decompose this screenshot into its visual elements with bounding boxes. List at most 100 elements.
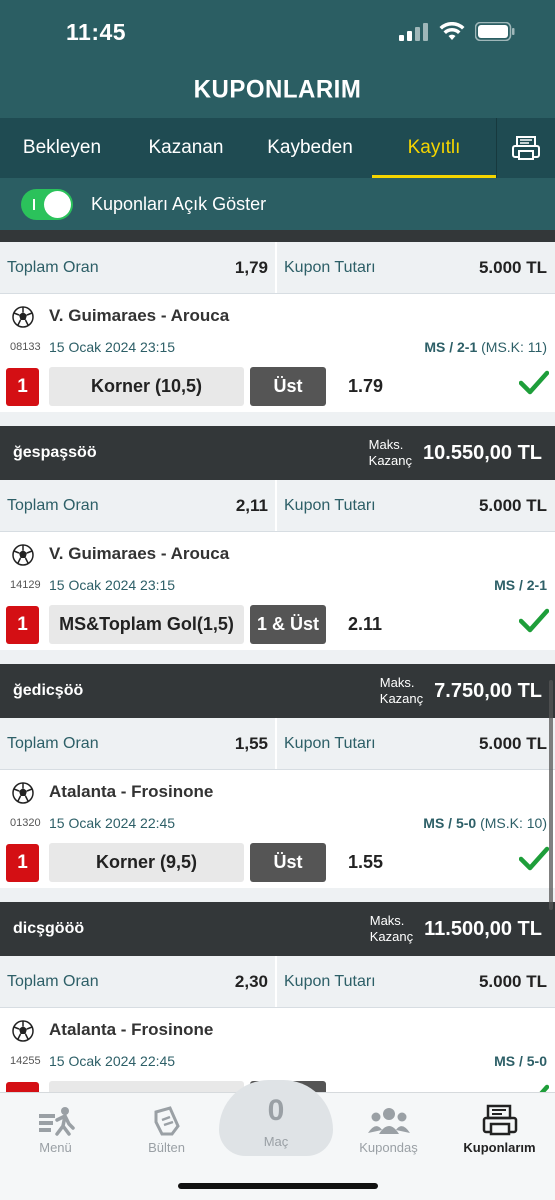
bet-odd: 1.55 [348, 852, 384, 872]
coupon-card: ğespaşsöö Maks. Kazanç 10.550,00 TL Topla… [0, 426, 555, 650]
match-date: 15 Ocak 2024 23:15 [49, 339, 176, 355]
coupon-header[interactable]: dicşgööö Maks. Kazanç 11.500,00 TL [0, 902, 555, 956]
bet-market [49, 1081, 244, 1092]
bet-pick: Üst [250, 367, 326, 406]
nav-kupondas[interactable]: Kupondaş [333, 1099, 444, 1155]
football-icon [12, 306, 34, 328]
match-label: Maç [263, 1134, 289, 1149]
coupon-summary: Toplam Oran 1,79 Kupon Tutarı 5.000 TL [0, 242, 555, 294]
coupon-summary: Toplam Oran 2,11 Kupon Tutarı 5.000 TL [0, 480, 555, 532]
event-number: 1 [6, 368, 39, 406]
coupon-print-icon [512, 136, 540, 160]
coupon-amount-label: Kupon Tutarı [284, 496, 376, 514]
match-row[interactable]: Atalanta - Frosinone 01320 15 Ocak 2024 … [0, 770, 555, 888]
max-win-value: 11.500,00 TL [424, 917, 542, 940]
match-code: 01320 [10, 817, 41, 829]
show-open-coupons-row: Kuponları Açık Göster [0, 178, 555, 230]
event-number: 1 [6, 1082, 39, 1092]
bet-odd: 1.79 [348, 376, 384, 396]
match-teams: Atalanta - Frosinone [49, 1020, 214, 1039]
bet-market: Korner (10,5) [49, 367, 244, 406]
match-result: MS / 2-1 (MS.K: 11) [424, 339, 547, 355]
print-coupon-button[interactable] [496, 118, 555, 178]
nav-menu[interactable]: Menü [0, 1099, 111, 1155]
bet-market: Korner (9,5) [49, 843, 244, 882]
total-odds-value: 1,55 [234, 733, 268, 753]
coupon-amount-label: Kupon Tutarı [284, 972, 376, 990]
coupon-summary: Toplam Oran 1,55 Kupon Tutarı 5.000 TL [0, 718, 555, 770]
match-teams: V. Guimaraes - Arouca [49, 544, 230, 563]
list-scrollbar[interactable] [549, 680, 553, 910]
tab-kayitli[interactable]: Kayıtlı [372, 118, 496, 178]
total-odds-value: 2,11 [235, 495, 268, 515]
total-odds-label: Toplam Oran [7, 258, 99, 276]
coupon-amount-label: Kupon Tutarı [284, 734, 376, 752]
status-icons [399, 22, 515, 41]
nav-bulletin[interactable]: Bülten [111, 1099, 222, 1155]
coupon-card: Toplam Oran 1,79 Kupon Tutarı 5.000 TL V. … [0, 242, 555, 412]
nav-kuponlarim[interactable]: Kuponlarım [444, 1099, 555, 1155]
won-check-icon [539, 1084, 549, 1092]
coupons-icon [482, 1104, 517, 1136]
tab-bar: Bekleyen Kazanan Kaybeden Kayıtlı [0, 118, 555, 178]
coupon-amount-value: 5.000 TL [478, 495, 547, 515]
bet-pick: 1 & Üst [250, 605, 326, 644]
coupon-card: dicşgööö Maks. Kazanç 11.500,00 TL Toplam… [0, 902, 555, 1092]
total-odds-value: 2,30 [234, 971, 268, 991]
match-row[interactable]: V. Guimaraes - Arouca 08133 15 Ocak 2024… [0, 294, 555, 412]
match-count: 0 [267, 1094, 285, 1127]
coupon-header[interactable]: ğedicşöö Maks. Kazanç 7.750,00 TL [0, 664, 555, 718]
page-title: KUPONLARIM [193, 75, 362, 104]
tab-bekleyen[interactable]: Bekleyen [0, 118, 124, 178]
show-open-coupons-toggle[interactable] [21, 188, 73, 220]
event-number: 1 [6, 844, 39, 882]
match-row[interactable]: V. Guimaraes - Arouca 14129 15 Ocak 2024… [0, 532, 555, 650]
coupon-amount-value: 5.000 TL [478, 733, 547, 753]
coupon-amount-value: 5.000 TL [478, 257, 547, 277]
people-icon [367, 1108, 410, 1134]
coupon-list[interactable]: Toplam Oran 1,79 Kupon Tutarı 5.000 TL V. … [0, 230, 555, 1092]
max-win-label: Maks. Kazanç [368, 437, 413, 468]
coupon-name: ğedicşöö [13, 682, 84, 699]
tab-kazanan[interactable]: Kazanan [124, 118, 248, 178]
won-check-icon [519, 370, 549, 395]
coupon-header[interactable]: ğespaşsöö Maks. Kazanç 10.550,00 TL [0, 426, 555, 480]
signal-icon [399, 22, 428, 41]
won-check-icon [519, 846, 549, 871]
max-win-value: 10.550,00 TL [423, 441, 542, 464]
football-icon [12, 782, 34, 804]
wifi-icon [439, 22, 465, 40]
match-code: 08133 [10, 341, 41, 353]
event-number: 1 [6, 606, 39, 644]
coupon-summary: Toplam Oran 2,30 Kupon Tutarı 5.000 TL [0, 956, 555, 1008]
match-code: 14129 [10, 579, 41, 591]
menu-runner-icon [38, 1107, 75, 1136]
match-code: 14255 [10, 1055, 41, 1067]
match-result: MS / 5-0 (MS.K: 10) [423, 815, 547, 831]
football-icon [12, 544, 34, 566]
nav-match-count[interactable]: 0 Maç [219, 1080, 333, 1156]
coupon-name: dicşgööö [13, 920, 85, 937]
max-win-label: Maks. Kazanç [379, 675, 424, 706]
bet-market: MS&Toplam Gol(1,5) [49, 605, 244, 644]
battery-icon [475, 22, 515, 41]
total-odds-label: Toplam Oran [7, 972, 99, 990]
football-icon [12, 1020, 34, 1042]
coupon-amount-label: Kupon Tutarı [284, 258, 376, 276]
match-teams: Atalanta - Frosinone [49, 782, 214, 801]
toggle-label: Kuponları Açık Göster [91, 193, 267, 214]
bulletin-hand-icon [154, 1106, 180, 1136]
match-date: 15 Ocak 2024 22:45 [49, 815, 176, 831]
total-odds-value: 1,79 [234, 257, 268, 277]
match-teams: V. Guimaraes - Arouca [49, 306, 230, 325]
tab-kaybeden[interactable]: Kaybeden [248, 118, 372, 178]
match-date: 15 Ocak 2024 22:45 [49, 1053, 176, 1069]
max-win-value: 7.750,00 TL [434, 679, 542, 702]
total-odds-label: Toplam Oran [7, 734, 99, 752]
coupon-name: ğespaşsöö [13, 444, 97, 461]
max-win-label: Maks. Kazanç [369, 913, 414, 944]
home-indicator[interactable] [178, 1183, 378, 1189]
match-result: MS / 2-1 [494, 577, 547, 593]
status-time: 11:45 [66, 19, 127, 45]
coupon-card: ğedicşöö Maks. Kazanç 7.750,00 TL Toplam … [0, 664, 555, 888]
